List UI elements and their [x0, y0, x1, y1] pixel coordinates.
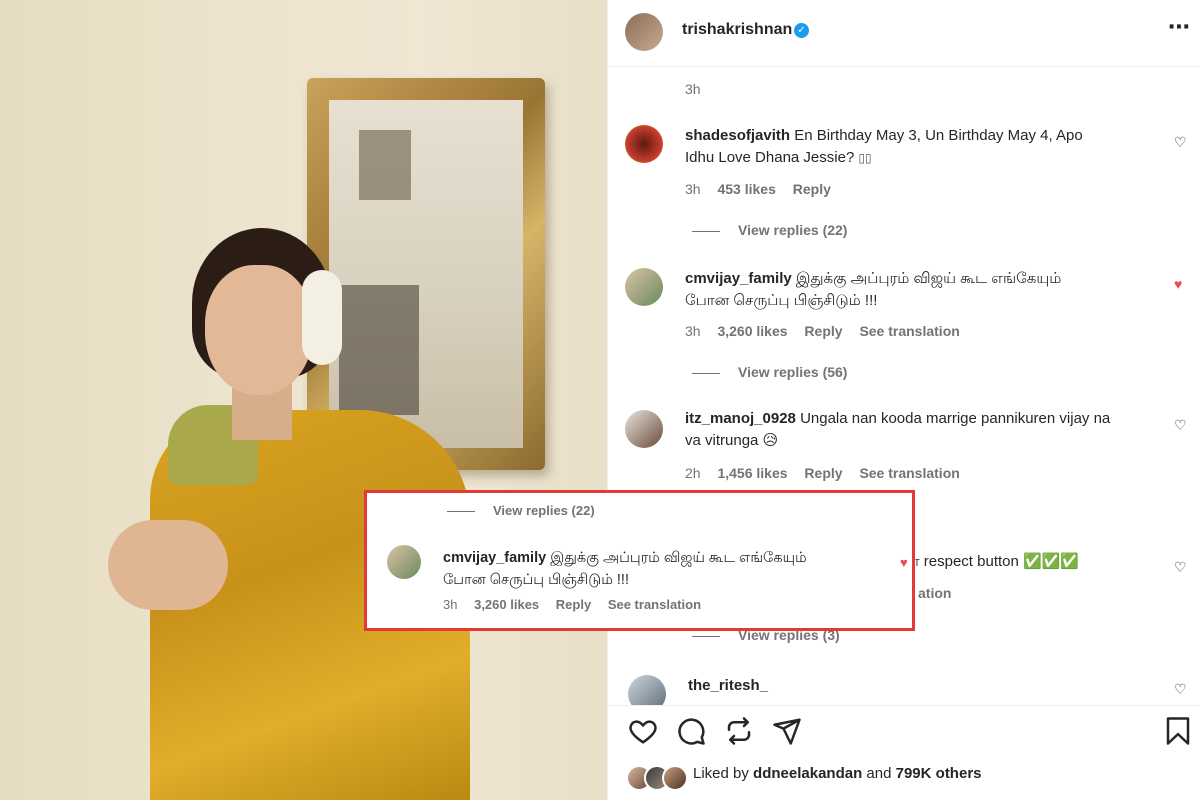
comment-body: cmvijay_family இதுக்கு அப்புரம் விஜய் கூ… [443, 547, 807, 591]
comment-liked-heart-icon[interactable]: ♥ [1174, 277, 1188, 291]
replies-line [447, 511, 475, 513]
liked-by-count[interactable]: 799K others [896, 765, 982, 782]
comment-time: 3h [685, 323, 701, 339]
view-replies[interactable]: View replies (56) [692, 364, 847, 380]
comment-text: இதுக்கு அப்புரம் விஜய் கூட எங்கேயும் [795, 270, 1062, 287]
liked-by-text: Liked by ddneelakandan and 799K others [693, 765, 982, 782]
comment-username[interactable]: itz_manoj_0928 [685, 410, 796, 427]
reply-button[interactable]: Reply [804, 323, 842, 339]
view-replies[interactable]: View replies (22) [692, 222, 847, 238]
heart-icon[interactable] [628, 716, 658, 746]
comment-meta: 3h 453 likes Reply [685, 181, 844, 197]
post-photo[interactable] [0, 0, 607, 800]
comment-username[interactable]: the_ritesh_ [688, 677, 768, 694]
replies-line [692, 635, 720, 637]
post-actions [608, 705, 1200, 756]
hair-flowers [302, 270, 342, 365]
comment-text: இதுக்கு அப்புரம் விஜய் கூட எங்கேயும் [550, 550, 807, 566]
reply-button[interactable]: Reply [804, 465, 842, 481]
bookmark-icon[interactable] [1163, 716, 1193, 746]
comment-meta: 3h 3,260 likes Reply See translation [685, 323, 973, 339]
comment-text: En Birthday May 3, Un Birthday May 4, Ap… [794, 127, 1083, 144]
comment-text-2: va vitrunga 😥 [685, 432, 779, 449]
comment-icon[interactable] [676, 716, 706, 746]
comment-meta: 2h 1,456 likes Reply See translation [685, 465, 973, 481]
view-replies[interactable]: View replies (22) [447, 503, 595, 518]
comment-username[interactable]: cmvijay_family [685, 270, 792, 287]
overlay-liked-heart-icon[interactable]: ♥ [900, 556, 914, 570]
comment-username[interactable]: cmvijay_family [443, 550, 546, 566]
reply-button[interactable]: Reply [793, 181, 831, 197]
mirror-reflection-art [359, 130, 411, 200]
comment-time: 3h [443, 597, 458, 612]
replies-line [692, 372, 720, 374]
comment-text-2: Idhu Love Dhana Jessie? [685, 149, 859, 166]
liker-avatar [662, 765, 688, 791]
mirror-glass [329, 100, 523, 448]
comment-body: cmvijay_family இதுக்கு அப்புரம் விஜய் கூ… [685, 268, 1061, 312]
comment-text-fragment: தா respect button ✅✅✅ [902, 553, 1080, 570]
comment-time: 2h [685, 465, 701, 481]
replies-line [692, 230, 720, 232]
see-translation-button[interactable]: See translation [608, 597, 701, 612]
comment-text: Ungala nan kooda marrige pannikuren vija… [800, 410, 1111, 427]
comment-username[interactable]: shadesofjavith [685, 127, 790, 144]
comment-avatar[interactable] [625, 125, 663, 163]
verified-icon: ✓ [794, 23, 809, 38]
comment-likes[interactable]: 3,260 likes [474, 597, 539, 612]
woman-hands [108, 520, 228, 610]
comment-meta: 3h 3,260 likes Reply See translation [443, 597, 714, 612]
woman-face [205, 265, 313, 395]
see-translation-button[interactable]: See translation [859, 465, 959, 481]
comment-like-heart-icon[interactable]: ♡ [1174, 135, 1188, 149]
comment-likes[interactable]: 1,456 likes [717, 465, 787, 481]
comment-body: itz_manoj_0928 Ungala nan kooda marrige … [685, 408, 1110, 452]
comment-like-heart-icon[interactable]: ♡ [1174, 418, 1188, 432]
comment-likes[interactable]: 453 likes [717, 181, 775, 197]
reply-button[interactable]: Reply [556, 597, 591, 612]
comment-body: shadesofjavith En Birthday May 3, Un Bir… [685, 127, 1083, 166]
see-translation-fragment[interactable]: ation [918, 585, 951, 601]
profile-avatar[interactable] [625, 13, 663, 51]
liked-by-user[interactable]: ddneelakandan [753, 765, 862, 782]
highlighted-comment-callout: View replies (22) cmvijay_family இதுக்கு… [364, 490, 915, 631]
comment-text-2: போன செருப்பு பிஞ்சிடும் !!! [685, 292, 878, 309]
see-translation-button[interactable]: See translation [859, 323, 959, 339]
comment-time: 3h [685, 81, 701, 97]
mirror-reflection-furniture [339, 285, 419, 415]
comment-avatar[interactable] [625, 410, 663, 448]
comment-likes[interactable]: 3,260 likes [717, 323, 787, 339]
comment-body: the_ritesh_ [688, 675, 768, 697]
more-icon[interactable]: ⋯ [1168, 14, 1191, 40]
comment-text-2: போன செருப்பு பிஞ்சிடும் !!! [443, 572, 629, 588]
comment-time: 3h [685, 181, 701, 197]
comment-like-heart-icon[interactable]: ♡ [1174, 682, 1188, 696]
repost-icon[interactable] [724, 716, 754, 746]
comment-like-heart-icon[interactable]: ♡ [1174, 560, 1188, 574]
share-icon[interactable] [772, 716, 802, 746]
comments-panel: trishakrishnan ✓ ⋯ 3h shadesofjavith En … [607, 0, 1200, 800]
post-username[interactable]: trishakrishnan [682, 21, 792, 39]
comment-avatar[interactable] [625, 268, 663, 306]
comment-avatar[interactable] [387, 545, 421, 579]
post-header: trishakrishnan ✓ ⋯ [608, 0, 1200, 67]
